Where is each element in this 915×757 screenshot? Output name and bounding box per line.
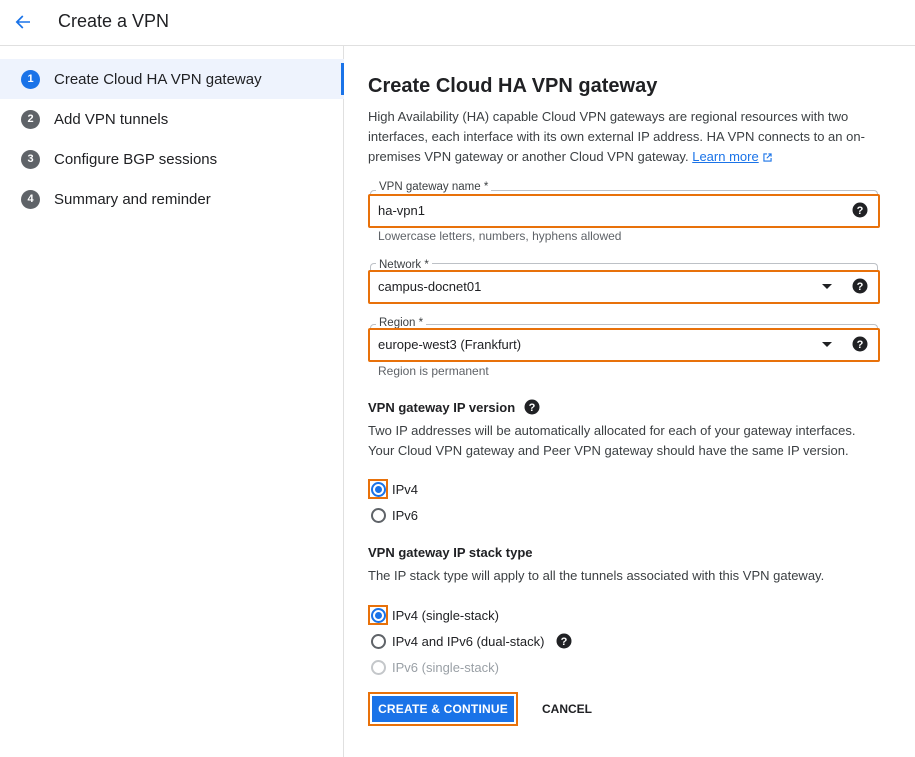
- step-label: Add VPN tunnels: [54, 110, 169, 128]
- step-configure-bgp[interactable]: 3 Configure BGP sessions: [0, 139, 344, 179]
- radio-disabled-icon: [370, 659, 386, 675]
- svg-text:?: ?: [857, 339, 864, 351]
- create-continue-button[interactable]: CREATE & CONTINUE: [368, 692, 518, 726]
- step-add-tunnels[interactable]: 2 Add VPN tunnels: [0, 99, 344, 139]
- radio-label: IPv4: [392, 481, 419, 497]
- svg-text:?: ?: [529, 402, 536, 414]
- radio-checked-icon[interactable]: [370, 607, 386, 623]
- radio-label: IPv6: [392, 507, 419, 523]
- step-number-badge: 3: [21, 149, 40, 169]
- radio-dual-stack[interactable]: IPv4 and IPv6 (dual-stack) ?: [368, 630, 572, 652]
- learn-more-link[interactable]: Learn more: [692, 149, 772, 164]
- help-icon[interactable]: ?: [556, 633, 572, 649]
- step-summary[interactable]: 4 Summary and reminder: [0, 179, 344, 219]
- external-link-icon: [763, 153, 772, 162]
- step-number-badge: 1: [21, 69, 40, 89]
- region-select[interactable]: europe-west3 (Frankfurt) ?: [368, 328, 880, 362]
- caret-down-icon[interactable]: [822, 284, 832, 289]
- step-create-gateway[interactable]: 1 Create Cloud HA VPN gateway: [0, 59, 344, 99]
- gateway-name-input[interactable]: ha-vpn1 ?: [368, 194, 880, 228]
- step-number-badge: 2: [21, 109, 40, 129]
- cancel-button[interactable]: CANCEL: [530, 692, 604, 726]
- svg-text:?: ?: [857, 281, 864, 293]
- svg-text:?: ?: [857, 205, 864, 217]
- help-icon[interactable]: ?: [852, 202, 868, 218]
- region-value: europe-west3 (Frankfurt): [378, 337, 522, 352]
- radio-ipv6-single-stack: IPv6 (single-stack): [368, 656, 499, 678]
- network-value: campus-docnet01: [378, 279, 482, 294]
- gateway-name-label: VPN gateway name *: [376, 181, 492, 193]
- step-label: Summary and reminder: [54, 190, 211, 208]
- radio-ipv4[interactable]: IPv4: [368, 478, 418, 500]
- radio-ipv4-single-stack[interactable]: IPv4 (single-stack): [368, 604, 499, 626]
- gateway-name-hint: Lowercase letters, numbers, hyphens allo…: [378, 229, 622, 243]
- stack-type-title: VPN gateway IP stack type: [368, 545, 533, 560]
- radio-unchecked-icon[interactable]: [370, 507, 386, 523]
- step-label: Create Cloud HA VPN gateway: [54, 70, 262, 88]
- back-arrow-icon[interactable]: [10, 9, 36, 35]
- radio-checked-icon[interactable]: [370, 481, 386, 497]
- help-icon[interactable]: ?: [852, 336, 868, 352]
- intro-text: High Availability (HA) capable Cloud VPN…: [368, 109, 865, 164]
- page-title: Create a VPN: [58, 11, 170, 31]
- radio-unchecked-icon[interactable]: [370, 633, 386, 649]
- help-icon[interactable]: ?: [524, 399, 540, 415]
- svg-text:?: ?: [561, 636, 568, 648]
- network-select[interactable]: campus-docnet01 ?: [368, 270, 880, 304]
- help-icon[interactable]: ?: [852, 278, 868, 294]
- gateway-name-value: ha-vpn1: [378, 203, 425, 218]
- radio-label: IPv4 and IPv6 (dual-stack): [392, 633, 545, 649]
- radio-label: IPv4 (single-stack): [392, 607, 499, 623]
- step-label: Configure BGP sessions: [54, 150, 218, 168]
- stepper-sidebar: 1 Create Cloud HA VPN gateway 2 Add VPN …: [0, 46, 344, 757]
- step-number-badge: 4: [21, 189, 40, 209]
- radio-label: IPv6 (single-stack): [392, 659, 499, 675]
- stack-type-desc: The IP stack type will apply to all the …: [368, 568, 825, 583]
- section-title: Create Cloud HA VPN gateway: [368, 75, 658, 97]
- page-header: Create a VPN: [0, 0, 915, 46]
- caret-down-icon[interactable]: [822, 342, 832, 347]
- ip-version-desc: Two IP addresses will be automatically a…: [368, 423, 856, 458]
- radio-ipv6[interactable]: IPv6: [368, 504, 418, 526]
- region-hint: Region is permanent: [378, 364, 489, 378]
- ip-version-title: VPN gateway IP version ?: [368, 399, 540, 415]
